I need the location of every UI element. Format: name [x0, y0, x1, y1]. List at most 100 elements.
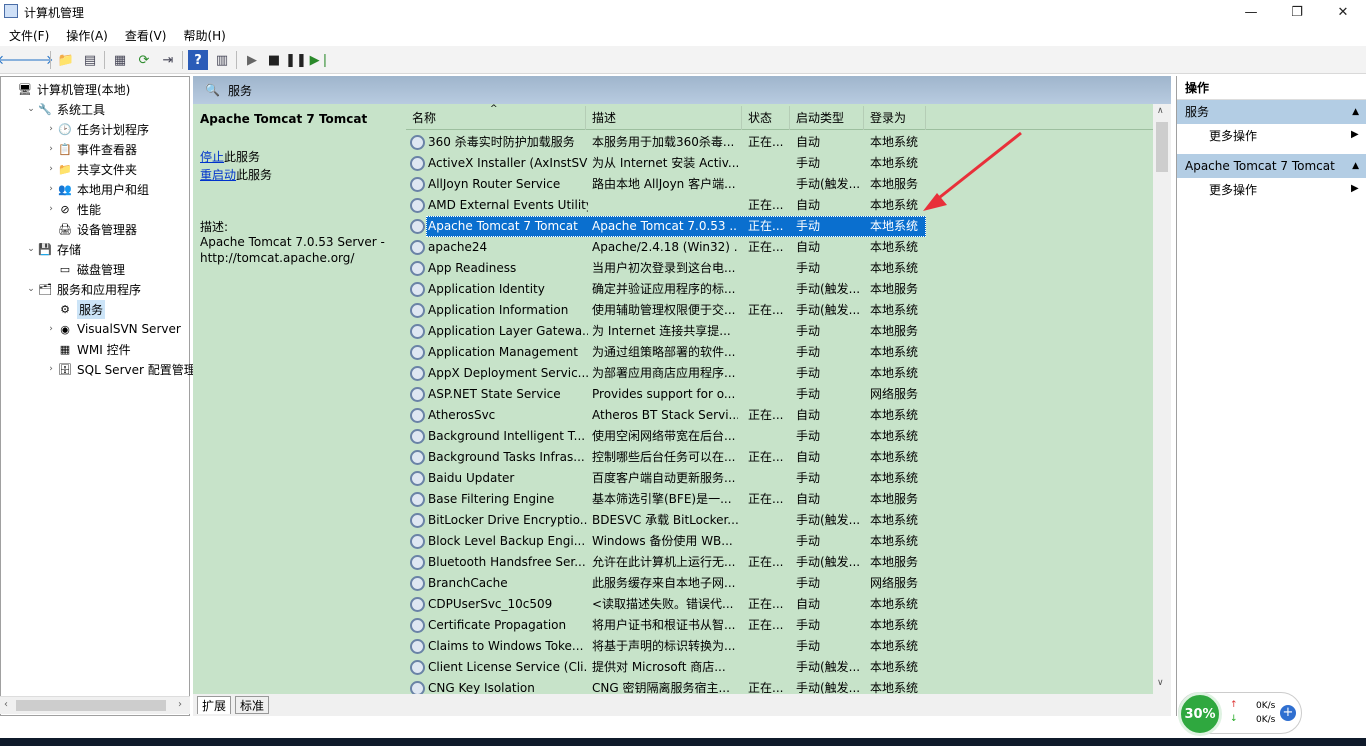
wmi-icon: ▦ [59, 342, 71, 356]
table-row[interactable]: ActiveX Installer (AxInstSV) 为从 Internet … [406, 153, 1156, 174]
table-row[interactable]: AppX Deployment Servic... 为部署应用商店应用程序... 手… [406, 363, 1156, 384]
menu-action[interactable]: 操作(A) [57, 24, 116, 44]
tree-node[interactable]: ⌄ 💾 存储 [25, 239, 81, 259]
network-speed-widget[interactable]: 30% ↑ 0K/s ↓ 0K/s + [1178, 692, 1302, 736]
tree-node[interactable]: › 🗄 SQL Server 配置管理器 [45, 359, 208, 379]
expand-chevron-icon[interactable]: ⌄ [25, 104, 37, 114]
plus-icon[interactable]: + [1280, 705, 1296, 721]
refresh-icon[interactable]: ⟳ [134, 50, 154, 70]
service-name: Client License Service (Cli... [428, 660, 588, 674]
column-header-name[interactable]: 名称 ^ [406, 104, 586, 130]
column-header-logon-as[interactable]: 登录为 [864, 106, 926, 130]
tree-node[interactable]: ▦ WMI 控件 [45, 339, 131, 359]
table-row[interactable]: Apache Tomcat 7 Tomcat Apache Tomcat 7.0.… [406, 216, 1156, 237]
pause-service-icon[interactable]: ❚❚ [285, 50, 307, 70]
tree-node[interactable]: › 📁 共享文件夹 [45, 159, 137, 179]
maximize-button[interactable]: ❐ [1274, 0, 1320, 24]
tree-node[interactable]: 🖨 设备管理器 [45, 219, 137, 239]
tree-node-label: 计算机管理(本地) [37, 82, 131, 97]
forward-arrow-icon[interactable]: 🡒 [19, 50, 54, 70]
more-actions-services[interactable]: 更多操作 [1209, 125, 1257, 147]
expand-chevron-icon[interactable]: › [45, 144, 57, 154]
service-startup-type: 自动 [796, 408, 821, 422]
restart-service-link[interactable]: 重启动 [200, 168, 236, 182]
table-row[interactable]: Application Information 使用辅助管理权限便于交... 正在.… [406, 300, 1156, 321]
table-row[interactable]: Bluetooth Handsfree Ser... 允许在此计算机上运行无...… [406, 552, 1156, 573]
show-tree-icon[interactable]: ▤ [80, 50, 100, 70]
table-row[interactable]: ASP.NET State Service Provides support fo… [406, 384, 1156, 405]
tree-node[interactable]: › 👥 本地用户和组 [45, 179, 149, 199]
tree-node[interactable]: 🖥 计算机管理(本地) [5, 79, 130, 99]
expand-chevron-icon[interactable]: › [45, 124, 57, 134]
tree-node[interactable]: › ⊘ 性能 [45, 199, 101, 219]
tree-node[interactable]: ▭ 磁盘管理 [45, 259, 125, 279]
menu-view[interactable]: 查看(V) [116, 24, 175, 44]
table-row[interactable]: apache24 Apache/2.4.18 (Win32) ... 正在... 自动… [406, 237, 1156, 258]
table-row[interactable]: Block Level Backup Engi... Windows 备份使用 W… [406, 531, 1156, 552]
menu-help[interactable]: 帮助(H) [174, 24, 233, 44]
menu-file[interactable]: 文件(F) [0, 24, 57, 44]
tree-node[interactable]: ⌄ 🗂 服务和应用程序 [25, 279, 141, 299]
table-row[interactable]: Application Management 为通过组策略部署的软件... 手动 本地… [406, 342, 1156, 363]
table-row[interactable]: BitLocker Drive Encryptio... BDESVC 承载 Bi… [406, 510, 1156, 531]
minimize-button[interactable]: — [1228, 0, 1274, 24]
properties-icon[interactable]: ▦ [110, 50, 130, 70]
tree-horizontal-scrollbar[interactable]: ‹ › [0, 696, 190, 714]
up-folder-icon[interactable]: 📁 [56, 50, 76, 70]
actions-section-services[interactable]: 服务 ▲ [1177, 100, 1366, 124]
tree-node[interactable]: ⚙ 服务 [45, 299, 106, 319]
service-status [748, 279, 792, 300]
tree-node[interactable]: › 📋 事件查看器 [45, 139, 137, 159]
help-icon[interactable]: ? [188, 50, 208, 70]
start-service-icon[interactable]: ▶ [242, 50, 262, 70]
table-row[interactable]: Application Identity 确定并验证应用程序的标... 手动(触发.… [406, 279, 1156, 300]
sort-asc-icon: ^ [490, 104, 498, 114]
table-row[interactable]: 360 杀毒实时防护加载服务 本服务用于加载360杀毒... 正在... 自动 本地系统 [406, 132, 1156, 153]
table-row[interactable]: BranchCache 此服务缓存来自本地子网... 手动 网络服务 [406, 573, 1156, 594]
service-gear-icon [410, 618, 425, 633]
tab-standard[interactable]: 标准 [235, 696, 270, 714]
title-bar: 计算机管理 — ❐ ✕ [0, 0, 1366, 24]
expand-chevron-icon[interactable]: › [45, 204, 57, 214]
column-header-startup-type[interactable]: 启动类型 [790, 106, 864, 130]
table-row[interactable]: AtherosSvc Atheros BT Stack Servi... 正在...… [406, 405, 1156, 426]
expand-chevron-icon[interactable]: ⌄ [25, 244, 37, 254]
table-row[interactable]: CDPUserSvc_10c509 <读取描述失败。错误代... 正在... 自动 本地… [406, 594, 1156, 615]
table-row[interactable]: AMD External Events Utility 正在... 自动 本地系统 [406, 195, 1156, 216]
column-header-description[interactable]: 描述 [586, 106, 742, 130]
service-description: Provides support for o... [592, 387, 736, 401]
expand-chevron-icon[interactable]: ⌄ [25, 284, 37, 294]
table-row[interactable]: Application Layer Gatewa... 为 Internet 连接… [406, 321, 1156, 342]
table-row[interactable]: Base Filtering Engine 基本筛选引擎(BFE)是一... 正在.… [406, 489, 1156, 510]
tab-extended[interactable]: 扩展 [197, 696, 232, 714]
actions-section-apache[interactable]: Apache Tomcat 7 Tomcat ▲ [1177, 154, 1366, 178]
table-row[interactable]: Background Intelligent T... 使用空闲网络带宽在后台..… [406, 426, 1156, 447]
more-actions-apache[interactable]: 更多操作 [1209, 179, 1257, 201]
table-row[interactable]: Background Tasks Infras... 控制哪些后台任务可以在...… [406, 447, 1156, 468]
close-button[interactable]: ✕ [1320, 0, 1366, 24]
table-row[interactable]: Claims to Windows Toke... 将基于声明的标识转换为... 手… [406, 636, 1156, 657]
expand-chevron-icon[interactable]: › [45, 364, 57, 374]
table-row[interactable]: Baidu Updater 百度客户端自动更新服务... 手动 本地系统 [406, 468, 1156, 489]
table-row[interactable]: Client License Service (Cli... 提供对 Micros… [406, 657, 1156, 678]
tree-node[interactable]: › ◉ VisualSVN Server [45, 319, 181, 339]
table-row[interactable]: Certificate Propagation 将用户证书和根证书从智... 正在.… [406, 615, 1156, 636]
expand-chevron-icon[interactable]: › [45, 324, 57, 334]
restart-service-icon[interactable]: ▶❘ [310, 50, 331, 70]
services-vertical-scrollbar[interactable]: ∧ ∨ [1153, 104, 1171, 694]
tree-node[interactable]: › 🕑 任务计划程序 [45, 119, 149, 139]
table-row[interactable]: AllJoyn Router Service 路由本地 AllJoyn 客户端..… [406, 174, 1156, 195]
scrollbar-thumb[interactable] [1156, 122, 1168, 172]
show-action-pane-icon[interactable]: ▥ [212, 50, 232, 70]
stop-service-icon[interactable]: ■ [264, 50, 284, 70]
service-gear-icon [410, 513, 425, 528]
tree-node[interactable]: ⌄ 🔧 系统工具 [25, 99, 105, 119]
table-row[interactable]: App Readiness 当用户初次登录到这台电... 手动 本地系统 [406, 258, 1156, 279]
expand-chevron-icon[interactable]: › [45, 164, 57, 174]
expand-chevron-icon[interactable]: › [45, 184, 57, 194]
service-gear-icon [410, 408, 425, 423]
column-header-status[interactable]: 状态 [742, 106, 790, 130]
stop-service-link[interactable]: 停止 [200, 150, 224, 164]
service-description: Atheros BT Stack Servi... [592, 408, 738, 422]
export-list-icon[interactable]: ⇥ [158, 50, 178, 70]
